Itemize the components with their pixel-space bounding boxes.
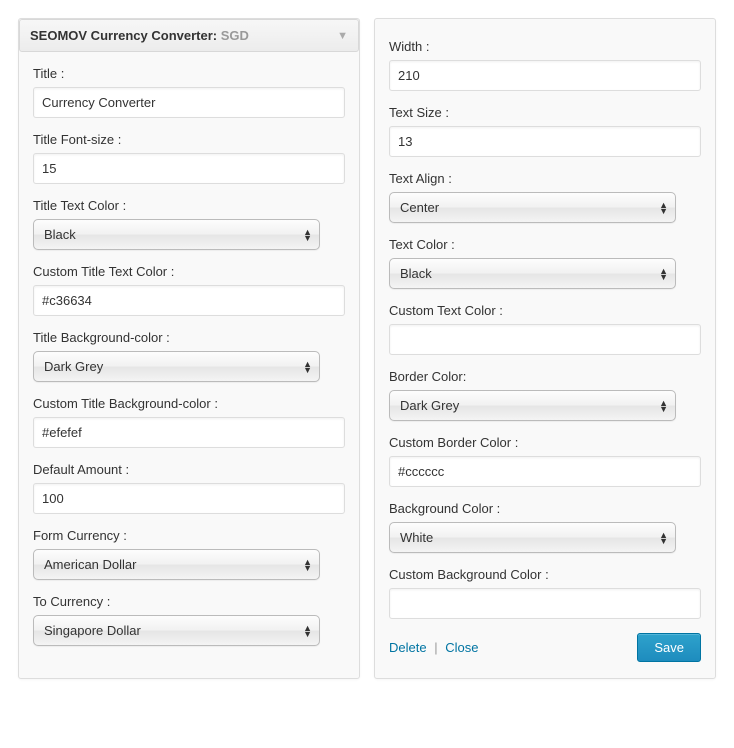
select-wrap-border-color: Dark Grey ▲▼ (389, 390, 676, 421)
save-button[interactable]: Save (637, 633, 701, 662)
label-form-currency: Form Currency : (33, 528, 345, 543)
label-custom-title-bg-color: Custom Title Background-color : (33, 396, 345, 411)
widget-header[interactable]: SEOMOV Currency Converter: SGD ▼ (19, 19, 359, 52)
label-title-font-size: Title Font-size : (33, 132, 345, 147)
delete-link[interactable]: Delete (389, 640, 427, 655)
label-custom-title-text-color: Custom Title Text Color : (33, 264, 345, 279)
select-wrap-form-currency: American Dollar ▲▼ (33, 549, 320, 580)
label-width: Width : (389, 39, 701, 54)
field-default-amount: Default Amount : (33, 462, 345, 514)
select-background-color[interactable]: White (389, 522, 676, 553)
footer-row: Delete | Close Save (389, 633, 701, 662)
field-title: Title : (33, 66, 345, 118)
right-panel: Width : Text Size : Text Align : Center … (374, 18, 716, 679)
label-border-color: Border Color: (389, 369, 701, 384)
widget-title-prefix: SEOMOV Currency Converter (30, 28, 213, 43)
select-border-color[interactable]: Dark Grey (389, 390, 676, 421)
input-custom-border-color[interactable] (389, 456, 701, 487)
left-panel: SEOMOV Currency Converter: SGD ▼ Title :… (18, 18, 360, 679)
label-text-size: Text Size : (389, 105, 701, 120)
input-custom-title-bg-color[interactable] (33, 417, 345, 448)
settings-container: SEOMOV Currency Converter: SGD ▼ Title :… (0, 0, 734, 697)
footer-separator: | (434, 640, 437, 655)
field-custom-border-color: Custom Border Color : (389, 435, 701, 487)
field-text-color: Text Color : Black ▲▼ (389, 237, 701, 289)
field-custom-bg-color: Custom Background Color : (389, 567, 701, 619)
label-custom-bg-color: Custom Background Color : (389, 567, 701, 582)
label-background-color: Background Color : (389, 501, 701, 516)
input-width[interactable] (389, 60, 701, 91)
select-title-text-color[interactable]: Black (33, 219, 320, 250)
select-wrap-text-color: Black ▲▼ (389, 258, 676, 289)
label-text-color: Text Color : (389, 237, 701, 252)
field-custom-title-bg-color: Custom Title Background-color : (33, 396, 345, 448)
field-form-currency: Form Currency : American Dollar ▲▼ (33, 528, 345, 580)
footer-links: Delete | Close (389, 640, 478, 655)
field-text-align: Text Align : Center ▲▼ (389, 171, 701, 223)
input-title[interactable] (33, 87, 345, 118)
field-custom-text-color: Custom Text Color : (389, 303, 701, 355)
select-text-align[interactable]: Center (389, 192, 676, 223)
label-title-text-color: Title Text Color : (33, 198, 345, 213)
widget-title-sep: : (213, 28, 217, 43)
chevron-down-icon: ▼ (337, 30, 348, 42)
select-wrap-title-text-color: Black ▲▼ (33, 219, 320, 250)
select-wrap-background-color: White ▲▼ (389, 522, 676, 553)
select-wrap-title-bg-color: Dark Grey ▲▼ (33, 351, 320, 382)
widget-header-title: SEOMOV Currency Converter: SGD (30, 28, 249, 43)
select-to-currency[interactable]: Singapore Dollar (33, 615, 320, 646)
input-text-size[interactable] (389, 126, 701, 157)
field-text-size: Text Size : (389, 105, 701, 157)
input-custom-bg-color[interactable] (389, 588, 701, 619)
field-title-text-color: Title Text Color : Black ▲▼ (33, 198, 345, 250)
field-to-currency: To Currency : Singapore Dollar ▲▼ (33, 594, 345, 646)
field-background-color: Background Color : White ▲▼ (389, 501, 701, 553)
label-default-amount: Default Amount : (33, 462, 345, 477)
select-wrap-to-currency: Singapore Dollar ▲▼ (33, 615, 320, 646)
field-title-font-size: Title Font-size : (33, 132, 345, 184)
label-title-bg-color: Title Background-color : (33, 330, 345, 345)
input-title-font-size[interactable] (33, 153, 345, 184)
label-text-align: Text Align : (389, 171, 701, 186)
input-default-amount[interactable] (33, 483, 345, 514)
label-custom-text-color: Custom Text Color : (389, 303, 701, 318)
field-width: Width : (389, 39, 701, 91)
input-custom-title-text-color[interactable] (33, 285, 345, 316)
select-text-color[interactable]: Black (389, 258, 676, 289)
select-wrap-text-align: Center ▲▼ (389, 192, 676, 223)
label-to-currency: To Currency : (33, 594, 345, 609)
field-border-color: Border Color: Dark Grey ▲▼ (389, 369, 701, 421)
field-custom-title-text-color: Custom Title Text Color : (33, 264, 345, 316)
input-custom-text-color[interactable] (389, 324, 701, 355)
widget-title-suffix: SGD (221, 28, 249, 43)
field-title-bg-color: Title Background-color : Dark Grey ▲▼ (33, 330, 345, 382)
select-form-currency[interactable]: American Dollar (33, 549, 320, 580)
label-title: Title : (33, 66, 345, 81)
close-link[interactable]: Close (445, 640, 478, 655)
select-title-bg-color[interactable]: Dark Grey (33, 351, 320, 382)
label-custom-border-color: Custom Border Color : (389, 435, 701, 450)
